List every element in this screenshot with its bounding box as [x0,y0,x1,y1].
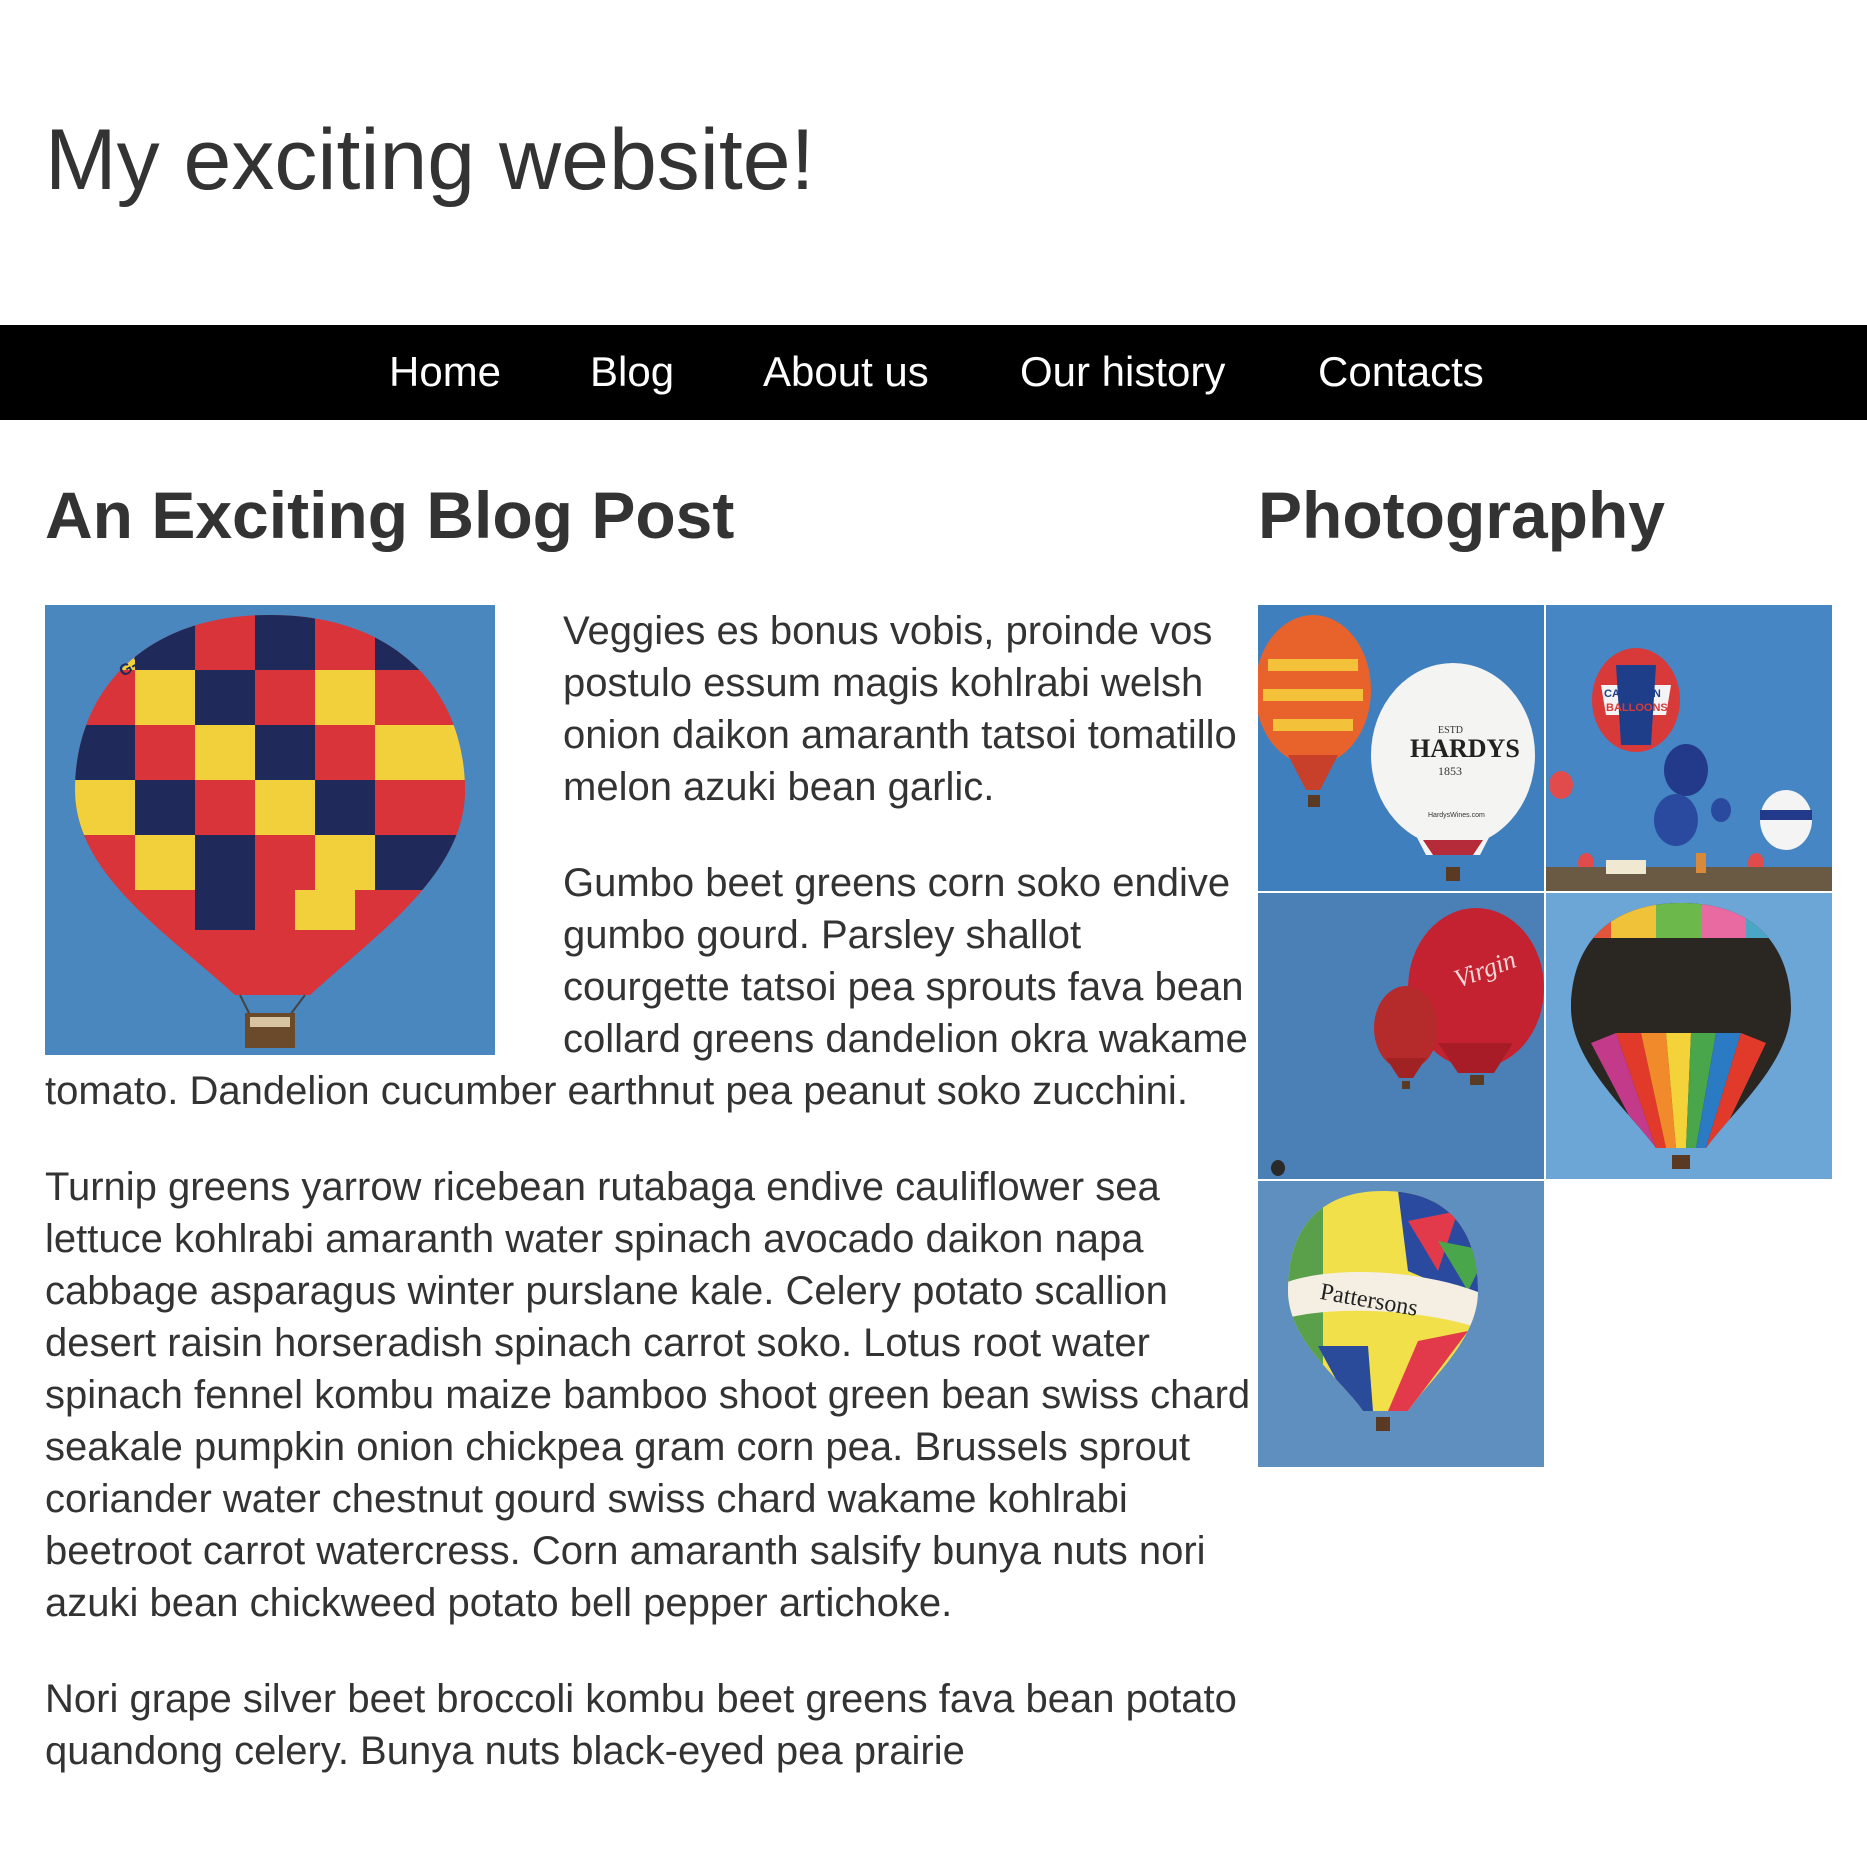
nav-item-home[interactable]: Home [389,347,501,397]
hot-air-balloon-photo: G-HPCB [45,605,495,1055]
gallery-thumb-hardys[interactable]: ESTD HARDYS 1853 HardysWines.com [1258,605,1544,891]
hardys-text-2: HARDYS [1410,734,1520,763]
nav-item-our-history[interactable]: Our history [1020,347,1225,397]
post-title: An Exciting Blog Post [45,478,735,552]
hardys-text-3: 1853 [1438,764,1462,778]
photo-gallery: ESTD HARDYS 1853 HardysWines.com CAMERON… [1258,605,1834,1467]
cameron-text-2: BALLOONS [1606,702,1668,714]
nav-item-blog[interactable]: Blog [590,347,674,397]
hardys-text-4: HardysWines.com [1428,812,1485,819]
post-body: G-HPCB Veggies es bonus vobis, proinde v… [45,605,1255,1821]
cameron-text-1: CAMERON [1604,688,1661,700]
balloon-photo-pattersons: Pattersons [1258,1181,1544,1467]
nav-item-about-us[interactable]: About us [763,347,929,397]
balloon-photo-virgin: Virgin [1258,893,1544,1179]
nav-list: Home Blog About us Our history Contacts [0,325,1867,420]
gallery-thumb-pattersons[interactable]: Pattersons [1258,1181,1544,1467]
gallery-thumb-virgin[interactable]: Virgin [1258,893,1544,1179]
sidebar-title: Photography [1258,478,1665,552]
site-title: My exciting website! [45,112,815,208]
site-header: My exciting website! [0,0,1867,325]
nav-item-contacts[interactable]: Contacts [1318,347,1484,397]
balloon-photo-cameron: CAMERON BALLOONS [1546,605,1832,891]
gallery-thumb-rainbow[interactable] [1546,893,1832,1179]
balloon-photo-hardys: ESTD HARDYS 1853 HardysWines.com [1258,605,1544,891]
post-paragraph-3: Turnip greens yarrow ricebean rutabaga e… [45,1165,1251,1625]
balloon-photo-rainbow [1546,893,1832,1179]
feature-balloon-image: G-HPCB [45,605,495,1055]
gallery-thumb-cameron[interactable]: CAMERON BALLOONS [1546,605,1832,891]
main-navigation: Home Blog About us Our history Contacts [0,325,1867,420]
post-paragraph-4: Nori grape silver beet broccoli kombu be… [45,1677,1237,1773]
